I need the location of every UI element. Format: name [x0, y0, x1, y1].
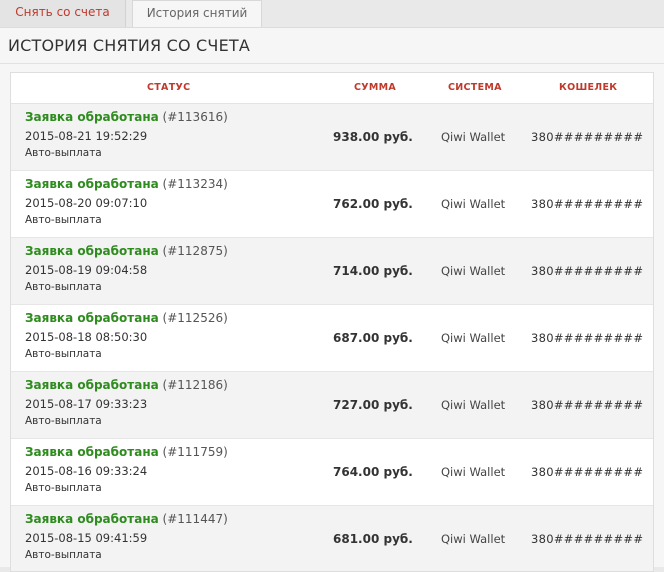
- request-id: (#111759): [162, 445, 228, 459]
- amount: 687.00 руб.: [333, 331, 413, 345]
- payment-system: Qiwi Wallet: [441, 197, 506, 211]
- amount: 938.00 руб.: [333, 130, 413, 144]
- payment-system: Qiwi Wallet: [441, 331, 506, 345]
- history-table: СТАТУС СУММА СИСТЕМА КОШЕЛЕК Заявка обра…: [10, 72, 654, 572]
- status-text: Заявка обработана: [25, 445, 159, 459]
- request-date: 2015-08-16 09:33:24: [25, 464, 148, 478]
- request-date: 2015-08-15 09:41:59: [25, 531, 148, 545]
- request-date: 2015-08-21 19:52:29: [25, 129, 148, 143]
- header-wallet: КОШЕЛЕК: [559, 82, 618, 93]
- wallet-number: 380#########: [531, 130, 644, 144]
- header-system: СИСТЕМА: [448, 82, 502, 93]
- amount: 727.00 руб.: [333, 398, 413, 412]
- status-line: Заявка обработана (#113616): [25, 110, 228, 124]
- payment-system: Qiwi Wallet: [441, 264, 506, 278]
- status-text: Заявка обработана: [25, 378, 159, 392]
- request-date: 2015-08-18 08:50:30: [25, 330, 148, 344]
- header-status: СТАТУС: [147, 82, 191, 93]
- payment-system: Qiwi Wallet: [441, 130, 506, 144]
- request-date: 2015-08-20 09:07:10: [25, 196, 148, 210]
- request-id: (#112875): [162, 244, 228, 258]
- status-text: Заявка обработана: [25, 244, 159, 258]
- wallet-number: 380#########: [531, 264, 644, 278]
- table-row: Заявка обработана (#112526) 2015-08-18 08…: [11, 305, 653, 372]
- payout-mode: Авто-выплата: [25, 147, 102, 159]
- tab-withdraw[interactable]: Снять со счета: [0, 0, 126, 27]
- status-text: Заявка обработана: [25, 512, 159, 526]
- tab-bar: Снять со счета История снятий: [0, 0, 664, 27]
- amount: 762.00 руб.: [333, 197, 413, 211]
- table-row: Заявка обработана (#111759) 2015-08-16 09…: [11, 439, 653, 506]
- wallet-number: 380#########: [531, 331, 644, 345]
- request-id: (#111447): [162, 512, 228, 526]
- wallet-number: 380#########: [531, 197, 644, 211]
- tab-withdraw-history[interactable]: История снятий: [132, 0, 262, 27]
- table-row: Заявка обработана (#111447) 2015-08-15 09…: [11, 506, 653, 571]
- request-id: (#113234): [162, 177, 228, 191]
- amount: 714.00 руб.: [333, 264, 413, 278]
- payout-mode: Авто-выплата: [25, 549, 102, 561]
- status-line: Заявка обработана (#112875): [25, 244, 228, 258]
- request-date: 2015-08-17 09:33:23: [25, 397, 148, 411]
- table-row: Заявка обработана (#112875) 2015-08-19 09…: [11, 238, 653, 305]
- request-id: (#113616): [162, 110, 228, 124]
- request-id: (#112526): [162, 311, 228, 325]
- header-sum: СУММА: [354, 82, 397, 93]
- status-line: Заявка обработана (#113234): [25, 177, 228, 191]
- status-line: Заявка обработана (#111447): [25, 512, 228, 526]
- history-panel: ИСТОРИЯ СНЯТИЯ СО СЧЕТА СТАТУС СУММА СИС…: [0, 27, 664, 572]
- table-header: СТАТУС СУММА СИСТЕМА КОШЕЛЕК: [11, 73, 653, 104]
- title-divider: [0, 63, 664, 64]
- status-text: Заявка обработана: [25, 311, 159, 325]
- payment-system: Qiwi Wallet: [441, 532, 506, 546]
- payout-mode: Авто-выплата: [25, 281, 102, 293]
- table-row: Заявка обработана (#113234) 2015-08-20 09…: [11, 171, 653, 238]
- amount: 764.00 руб.: [333, 465, 413, 479]
- status-line: Заявка обработана (#112186): [25, 378, 228, 392]
- request-date: 2015-08-19 09:04:58: [25, 263, 148, 277]
- status-text: Заявка обработана: [25, 177, 159, 191]
- wallet-number: 380#########: [531, 398, 644, 412]
- request-id: (#112186): [162, 378, 228, 392]
- table-row: Заявка обработана (#113616) 2015-08-21 19…: [11, 104, 653, 171]
- table-row: Заявка обработана (#112186) 2015-08-17 09…: [11, 372, 653, 439]
- payout-mode: Авто-выплата: [25, 415, 102, 427]
- page-title: ИСТОРИЯ СНЯТИЯ СО СЧЕТА: [8, 36, 251, 55]
- payout-mode: Авто-выплата: [25, 482, 102, 494]
- status-line: Заявка обработана (#111759): [25, 445, 228, 459]
- status-text: Заявка обработана: [25, 110, 159, 124]
- wallet-number: 380#########: [531, 465, 644, 479]
- payment-system: Qiwi Wallet: [441, 465, 506, 479]
- wallet-number: 380#########: [531, 532, 644, 546]
- payout-mode: Авто-выплата: [25, 214, 102, 226]
- payment-system: Qiwi Wallet: [441, 398, 506, 412]
- payout-mode: Авто-выплата: [25, 348, 102, 360]
- amount: 681.00 руб.: [333, 532, 413, 546]
- status-line: Заявка обработана (#112526): [25, 311, 228, 325]
